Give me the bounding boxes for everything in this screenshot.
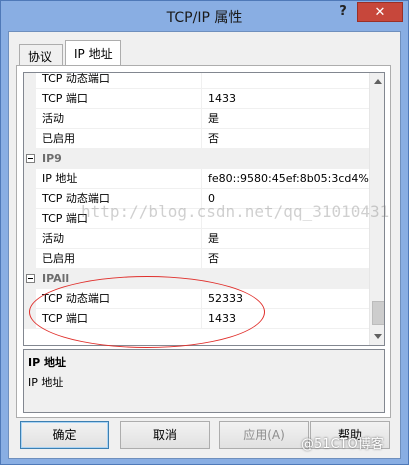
tab-ip-address[interactable]: IP 地址 xyxy=(65,40,121,65)
property-rows: TCP 动态端口 TCP 端口 1433 活动是已启用否 IP9 IP 地址 fe80::9… xyxy=(24,73,376,329)
category-row[interactable]: IPAll xyxy=(24,269,369,289)
property-value[interactable]: 52333 xyxy=(204,289,369,309)
vertical-scrollbar[interactable] xyxy=(369,73,384,345)
row-gutter xyxy=(24,289,36,309)
help-icon[interactable]: ? xyxy=(331,2,355,22)
property-value[interactable]: fe80::9580:45ef:8b05:3cd4%3 xyxy=(204,169,376,189)
ok-button[interactable]: 确定 xyxy=(20,421,109,449)
row-gutter xyxy=(24,129,36,149)
property-name: 活动 xyxy=(36,229,202,249)
property-name: IP 地址 xyxy=(36,169,202,189)
tab-panel: TCP 动态端口 TCP 端口 1433 活动是已启用否 IP9 IP 地址 fe80::9… xyxy=(16,65,391,418)
category-row[interactable]: IP9 xyxy=(24,149,369,169)
row-gutter xyxy=(24,73,36,89)
property-value[interactable]: 是 xyxy=(204,229,369,249)
tab-protocol[interactable]: 协议 xyxy=(19,44,63,65)
property-value[interactable]: 1433 xyxy=(204,309,369,329)
property-value[interactable] xyxy=(204,73,369,89)
property-row[interactable]: TCP 动态端口 52333 xyxy=(24,289,369,309)
property-name: 已启用 xyxy=(36,249,202,269)
property-name: TCP 端口 xyxy=(36,209,202,229)
property-row[interactable]: TCP 动态端口 0 xyxy=(24,189,369,209)
property-value[interactable]: 1433 xyxy=(204,89,369,109)
property-row[interactable]: 已启用否 xyxy=(24,129,369,149)
row-gutter xyxy=(24,109,36,129)
window-title: TCP/IP 属性 xyxy=(166,10,243,26)
property-name: TCP 动态端口 xyxy=(36,189,202,209)
description-title: IP 地址 xyxy=(28,356,66,369)
property-row[interactable]: 活动是 xyxy=(24,229,369,249)
help-button[interactable]: 帮助 xyxy=(310,421,390,449)
dialog-client-area: 协议 IP 地址 TCP 动态端口 TCP 端口 1433 活动是已启用否 IP9 IP … xyxy=(8,31,401,459)
description-text: IP 地址 xyxy=(28,376,64,389)
collapse-icon[interactable] xyxy=(26,154,35,163)
description-panel: IP 地址 IP 地址 xyxy=(23,349,385,413)
property-name: TCP 动态端口 xyxy=(36,73,202,89)
scroll-down-icon[interactable] xyxy=(374,334,382,339)
collapse-icon[interactable] xyxy=(26,274,35,283)
property-value[interactable]: 是 xyxy=(204,109,369,129)
property-row[interactable]: TCP 端口 1433 xyxy=(24,89,369,109)
property-row[interactable]: IP 地址 fe80::9580:45ef:8b05:3cd4%3 xyxy=(24,169,376,189)
row-gutter xyxy=(24,169,36,189)
cancel-button[interactable]: 取消 xyxy=(120,421,210,449)
row-gutter xyxy=(24,89,36,109)
property-name: TCP 端口 xyxy=(36,89,202,109)
property-name: TCP 动态端口 xyxy=(36,289,202,309)
property-value[interactable]: 0 xyxy=(204,189,369,209)
row-gutter xyxy=(24,249,36,269)
row-gutter xyxy=(24,309,36,329)
apply-button[interactable]: 应用(A) xyxy=(219,421,309,449)
row-gutter xyxy=(24,229,36,249)
property-value[interactable] xyxy=(204,209,369,229)
dialog-window: TCP/IP 属性 ? ✕ 协议 IP 地址 TCP 动态端口 TCP 端口 143… xyxy=(0,0,409,465)
row-gutter xyxy=(24,189,36,209)
category-label: IPAll xyxy=(42,272,70,285)
property-name: TCP 端口 xyxy=(36,309,202,329)
property-row[interactable]: TCP 端口 xyxy=(24,209,369,229)
property-row[interactable]: TCP 端口 1433 xyxy=(24,309,369,329)
scroll-thumb[interactable] xyxy=(372,301,384,325)
property-name: 已启用 xyxy=(36,129,202,149)
property-value[interactable]: 否 xyxy=(204,129,369,149)
scroll-up-icon[interactable] xyxy=(374,79,382,84)
title-bar[interactable]: TCP/IP 属性 ? ✕ xyxy=(1,1,408,31)
property-name: 活动 xyxy=(36,109,202,129)
property-row[interactable]: 活动是 xyxy=(24,109,369,129)
property-grid: TCP 动态端口 TCP 端口 1433 活动是已启用否 IP9 IP 地址 fe80::9… xyxy=(23,72,385,346)
property-row[interactable]: TCP 动态端口 xyxy=(24,73,369,89)
category-label: IP9 xyxy=(42,152,62,165)
property-row[interactable]: 已启用否 xyxy=(24,249,369,269)
close-icon[interactable]: ✕ xyxy=(357,2,403,22)
row-gutter xyxy=(24,209,36,229)
property-value[interactable]: 否 xyxy=(204,249,369,269)
